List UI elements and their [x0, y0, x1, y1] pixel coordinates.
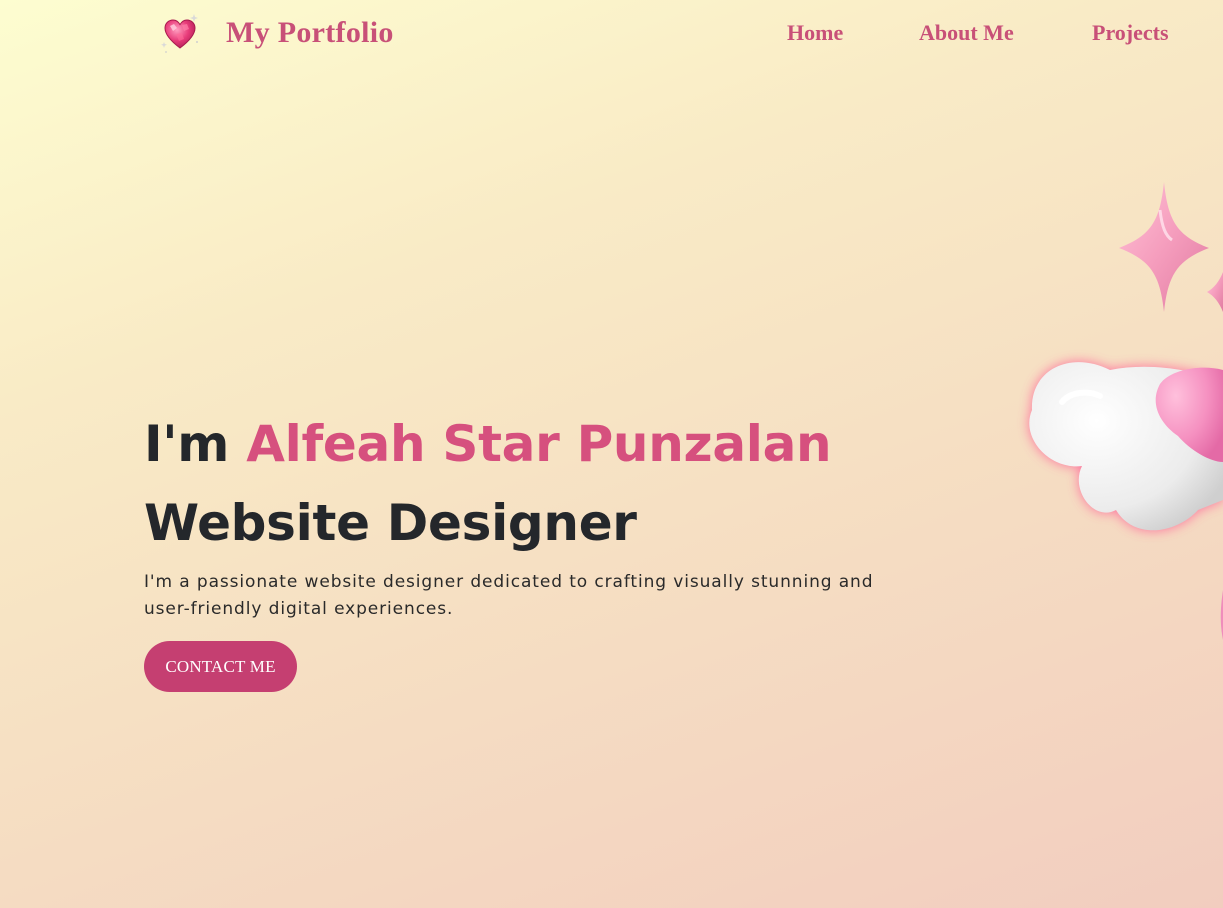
hero-description: I'm a passionate website designer dedica…: [144, 572, 874, 619]
hero-decoration: [1000, 170, 1223, 650]
winged-heart-icon: [1029, 362, 1223, 640]
nav-link-home[interactable]: Home: [787, 20, 843, 46]
sparkle-star-icon: [1119, 182, 1223, 312]
nav-link-projects[interactable]: Projects: [1092, 20, 1169, 46]
nav-link-about-me[interactable]: About Me: [919, 20, 1014, 46]
hero-title: I'm Alfeah Star Punzalan: [144, 410, 904, 478]
hero-greeting: I'm: [144, 415, 247, 473]
nav-links: Home About Me Projects: [0, 20, 1223, 50]
hero-role: Website Designer: [144, 494, 637, 552]
navbar: My Portfolio Home About Me Projects: [0, 0, 1223, 74]
hero-name: Alfeah Star Punzalan: [246, 415, 832, 473]
contact-me-button[interactable]: CONTACT ME: [144, 641, 297, 692]
hero-section: I'm Alfeah Star Punzalan Website Designe…: [144, 410, 904, 692]
